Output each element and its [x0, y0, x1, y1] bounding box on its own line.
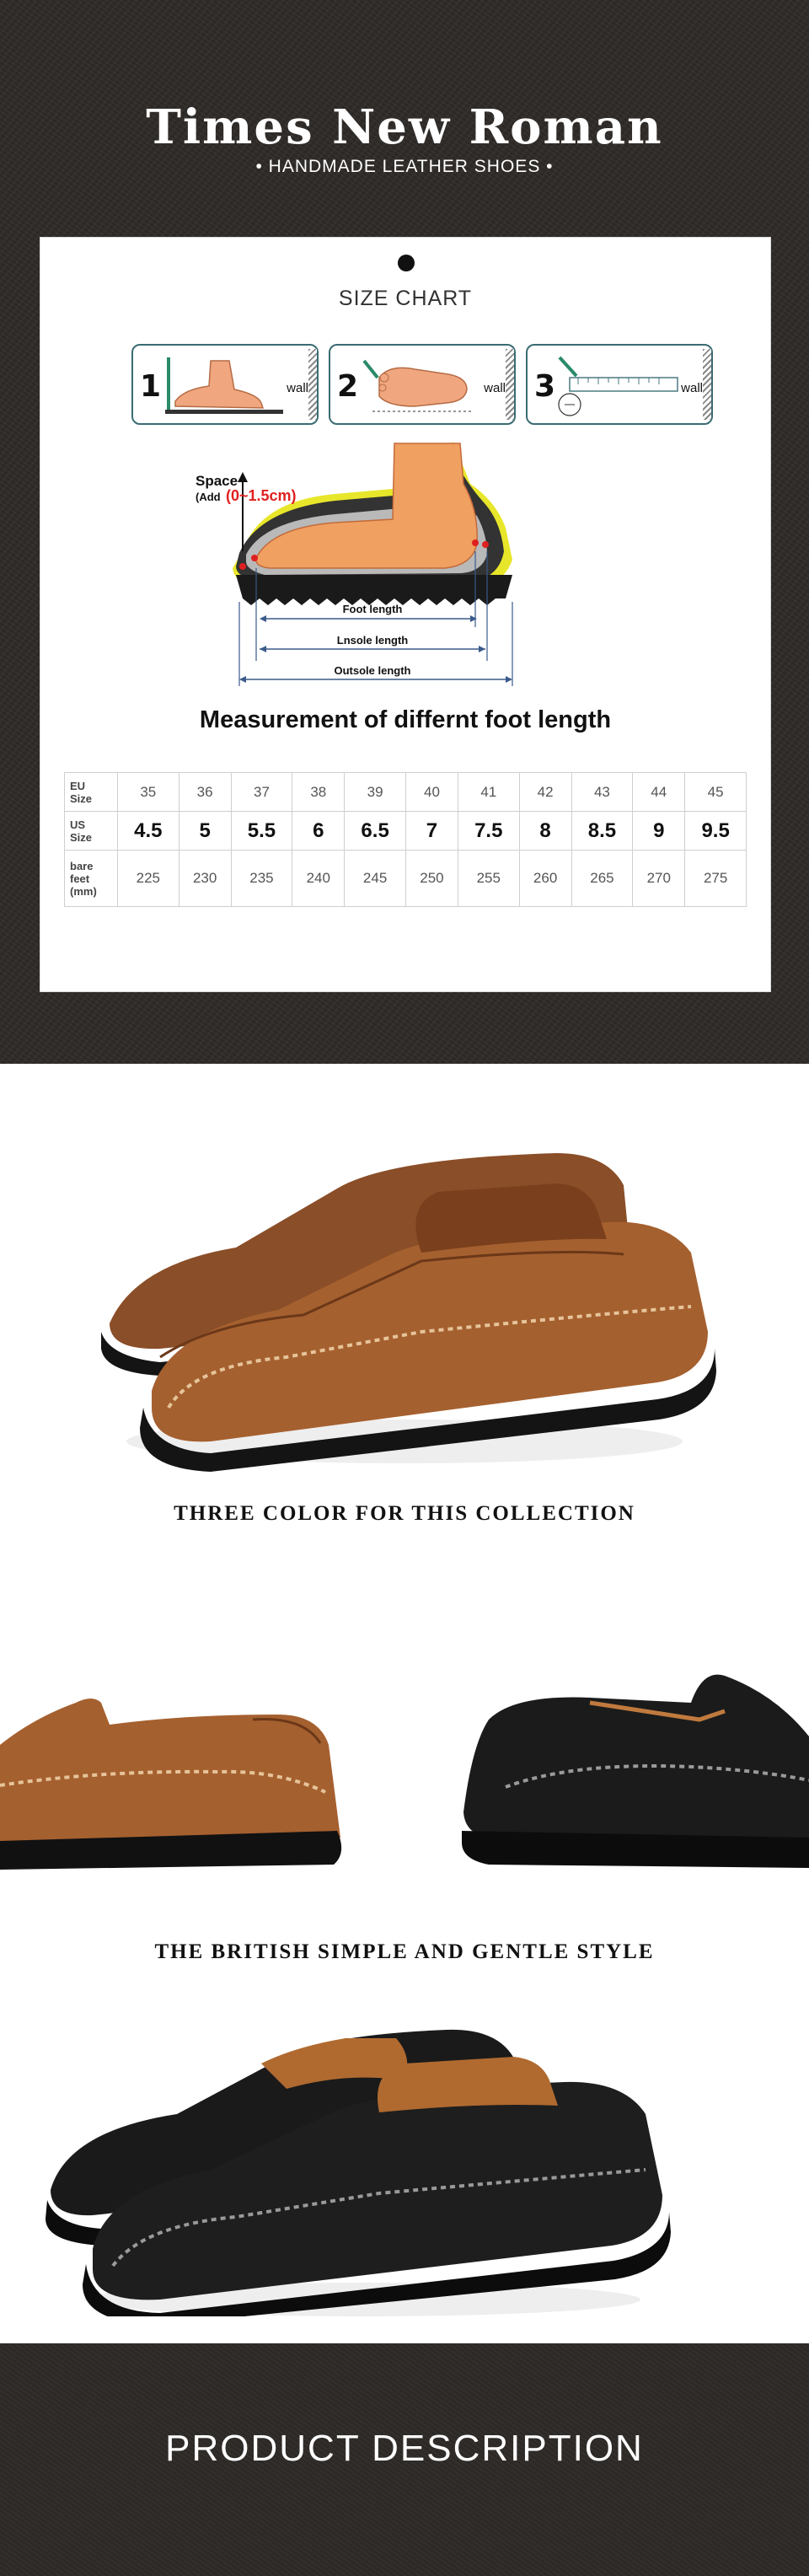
- header-section: Times New Roman • HANDMADE LEATHER SHOES…: [0, 0, 809, 1064]
- two-color-shoes-photo: [0, 1674, 809, 1870]
- table-cell: 255: [457, 850, 520, 907]
- foot-mm-row: bare feet (mm) 225 230 235 240 245 250 255…: [64, 850, 747, 907]
- table-cell: 240: [292, 850, 346, 907]
- table-cell: 245: [344, 850, 406, 907]
- space-add-label: (Add: [196, 491, 221, 503]
- step-2-panel: 2 wall: [329, 344, 516, 425]
- foot-top-icon: [362, 359, 474, 412]
- shoe-cross-section-illustration: Space (Add (0~1.5cm) Foot length Lnsole …: [196, 442, 513, 686]
- table-cell: 6: [292, 811, 346, 851]
- us-size-row: US Size 4.5 5 5.5 6 6.5 7 7.5 8 8.5 9 9.5: [64, 811, 747, 851]
- table-cell: 37: [230, 772, 293, 812]
- insole-length-label: Lnsole length: [337, 634, 409, 647]
- brand-title: Times New Roman: [146, 99, 663, 155]
- black-shoe-pair-photo: [46, 2029, 671, 2316]
- table-cell: 44: [632, 772, 686, 812]
- table-cell: 235: [230, 850, 293, 907]
- table-cell: 250: [404, 850, 458, 907]
- product-description-banner: PRODUCT DESCRIPTION: [0, 2343, 809, 2576]
- table-cell: 8.5: [571, 811, 634, 851]
- colors-caption: THREE COLOR FOR THIS COLLECTION: [174, 1502, 635, 1525]
- table-cell: 9: [632, 811, 686, 851]
- wall-label: wall: [484, 381, 506, 395]
- table-cell: 41: [457, 772, 520, 812]
- table-cell: 45: [684, 772, 747, 812]
- size-chart-card: SIZE CHART 1 wall 2 wall 3 wall Space (A…: [40, 238, 770, 991]
- table-cell: 42: [518, 772, 572, 812]
- brown-shoe-pair-photo: [101, 1153, 716, 1472]
- table-cell: 38: [292, 772, 346, 812]
- table-cell: 35: [117, 772, 179, 812]
- table-cell: 265: [571, 850, 634, 907]
- table-cell: 4.5: [117, 811, 179, 851]
- brand-subtitle: • HANDMADE LEATHER SHOES •: [255, 157, 554, 176]
- table-cell: 6.5: [344, 811, 406, 851]
- foot-length-diagram: Space (Add (0~1.5cm) Foot length Lnsole …: [192, 433, 630, 711]
- us-size-label: US Size: [64, 811, 118, 851]
- foot-length-label: Foot length: [343, 603, 403, 615]
- size-chart-title: SIZE CHART: [338, 287, 473, 310]
- step-1-panel: 1 wall: [131, 344, 319, 425]
- style-caption: THE BRITISH SIMPLE AND GENTLE STYLE: [154, 1940, 655, 1963]
- product-description-title: PRODUCT DESCRIPTION: [165, 2428, 644, 2469]
- table-cell: 8: [518, 811, 572, 851]
- table-cell: 40: [404, 772, 458, 812]
- eu-size-label: EU Size: [64, 772, 118, 812]
- table-cell: 260: [518, 850, 572, 907]
- wall-hatch: [506, 349, 514, 420]
- table-cell: 5.5: [230, 811, 293, 851]
- size-table: EU Size 35 36 37 38 39 40 41 42 43 44 45 …: [64, 772, 747, 907]
- wall-label: wall: [287, 381, 308, 395]
- eu-size-row: EU Size 35 36 37 38 39 40 41 42 43 44 45: [64, 772, 747, 812]
- table-cell: 36: [178, 772, 232, 812]
- table-cell: 43: [571, 772, 634, 812]
- measurement-heading: Measurement of differnt foot length: [199, 706, 612, 733]
- foot-side-icon: [165, 357, 283, 414]
- table-cell: 270: [632, 850, 686, 907]
- table-cell: 225: [117, 850, 179, 907]
- table-cell: 230: [178, 850, 232, 907]
- table-cell: 5: [178, 811, 232, 851]
- table-cell: 39: [344, 772, 406, 812]
- space-range-label: (0~1.5cm): [226, 487, 297, 504]
- outsole-length-label: Outsole length: [335, 664, 411, 677]
- foot-mm-label: bare feet (mm): [64, 850, 118, 907]
- ruler-icon: [558, 356, 678, 416]
- table-cell: 7.5: [457, 811, 520, 851]
- table-cell: 9.5: [684, 811, 747, 851]
- wall-hatch: [703, 349, 711, 420]
- step-3-panel: 3 wall: [526, 344, 713, 425]
- measurement-steps: 1 wall 2 wall 3 wall: [131, 344, 713, 425]
- pin-dot-icon: [398, 255, 415, 271]
- wall-label: wall: [681, 381, 703, 395]
- wall-hatch: [308, 349, 317, 420]
- table-cell: 7: [404, 811, 458, 851]
- table-cell: 275: [684, 850, 747, 907]
